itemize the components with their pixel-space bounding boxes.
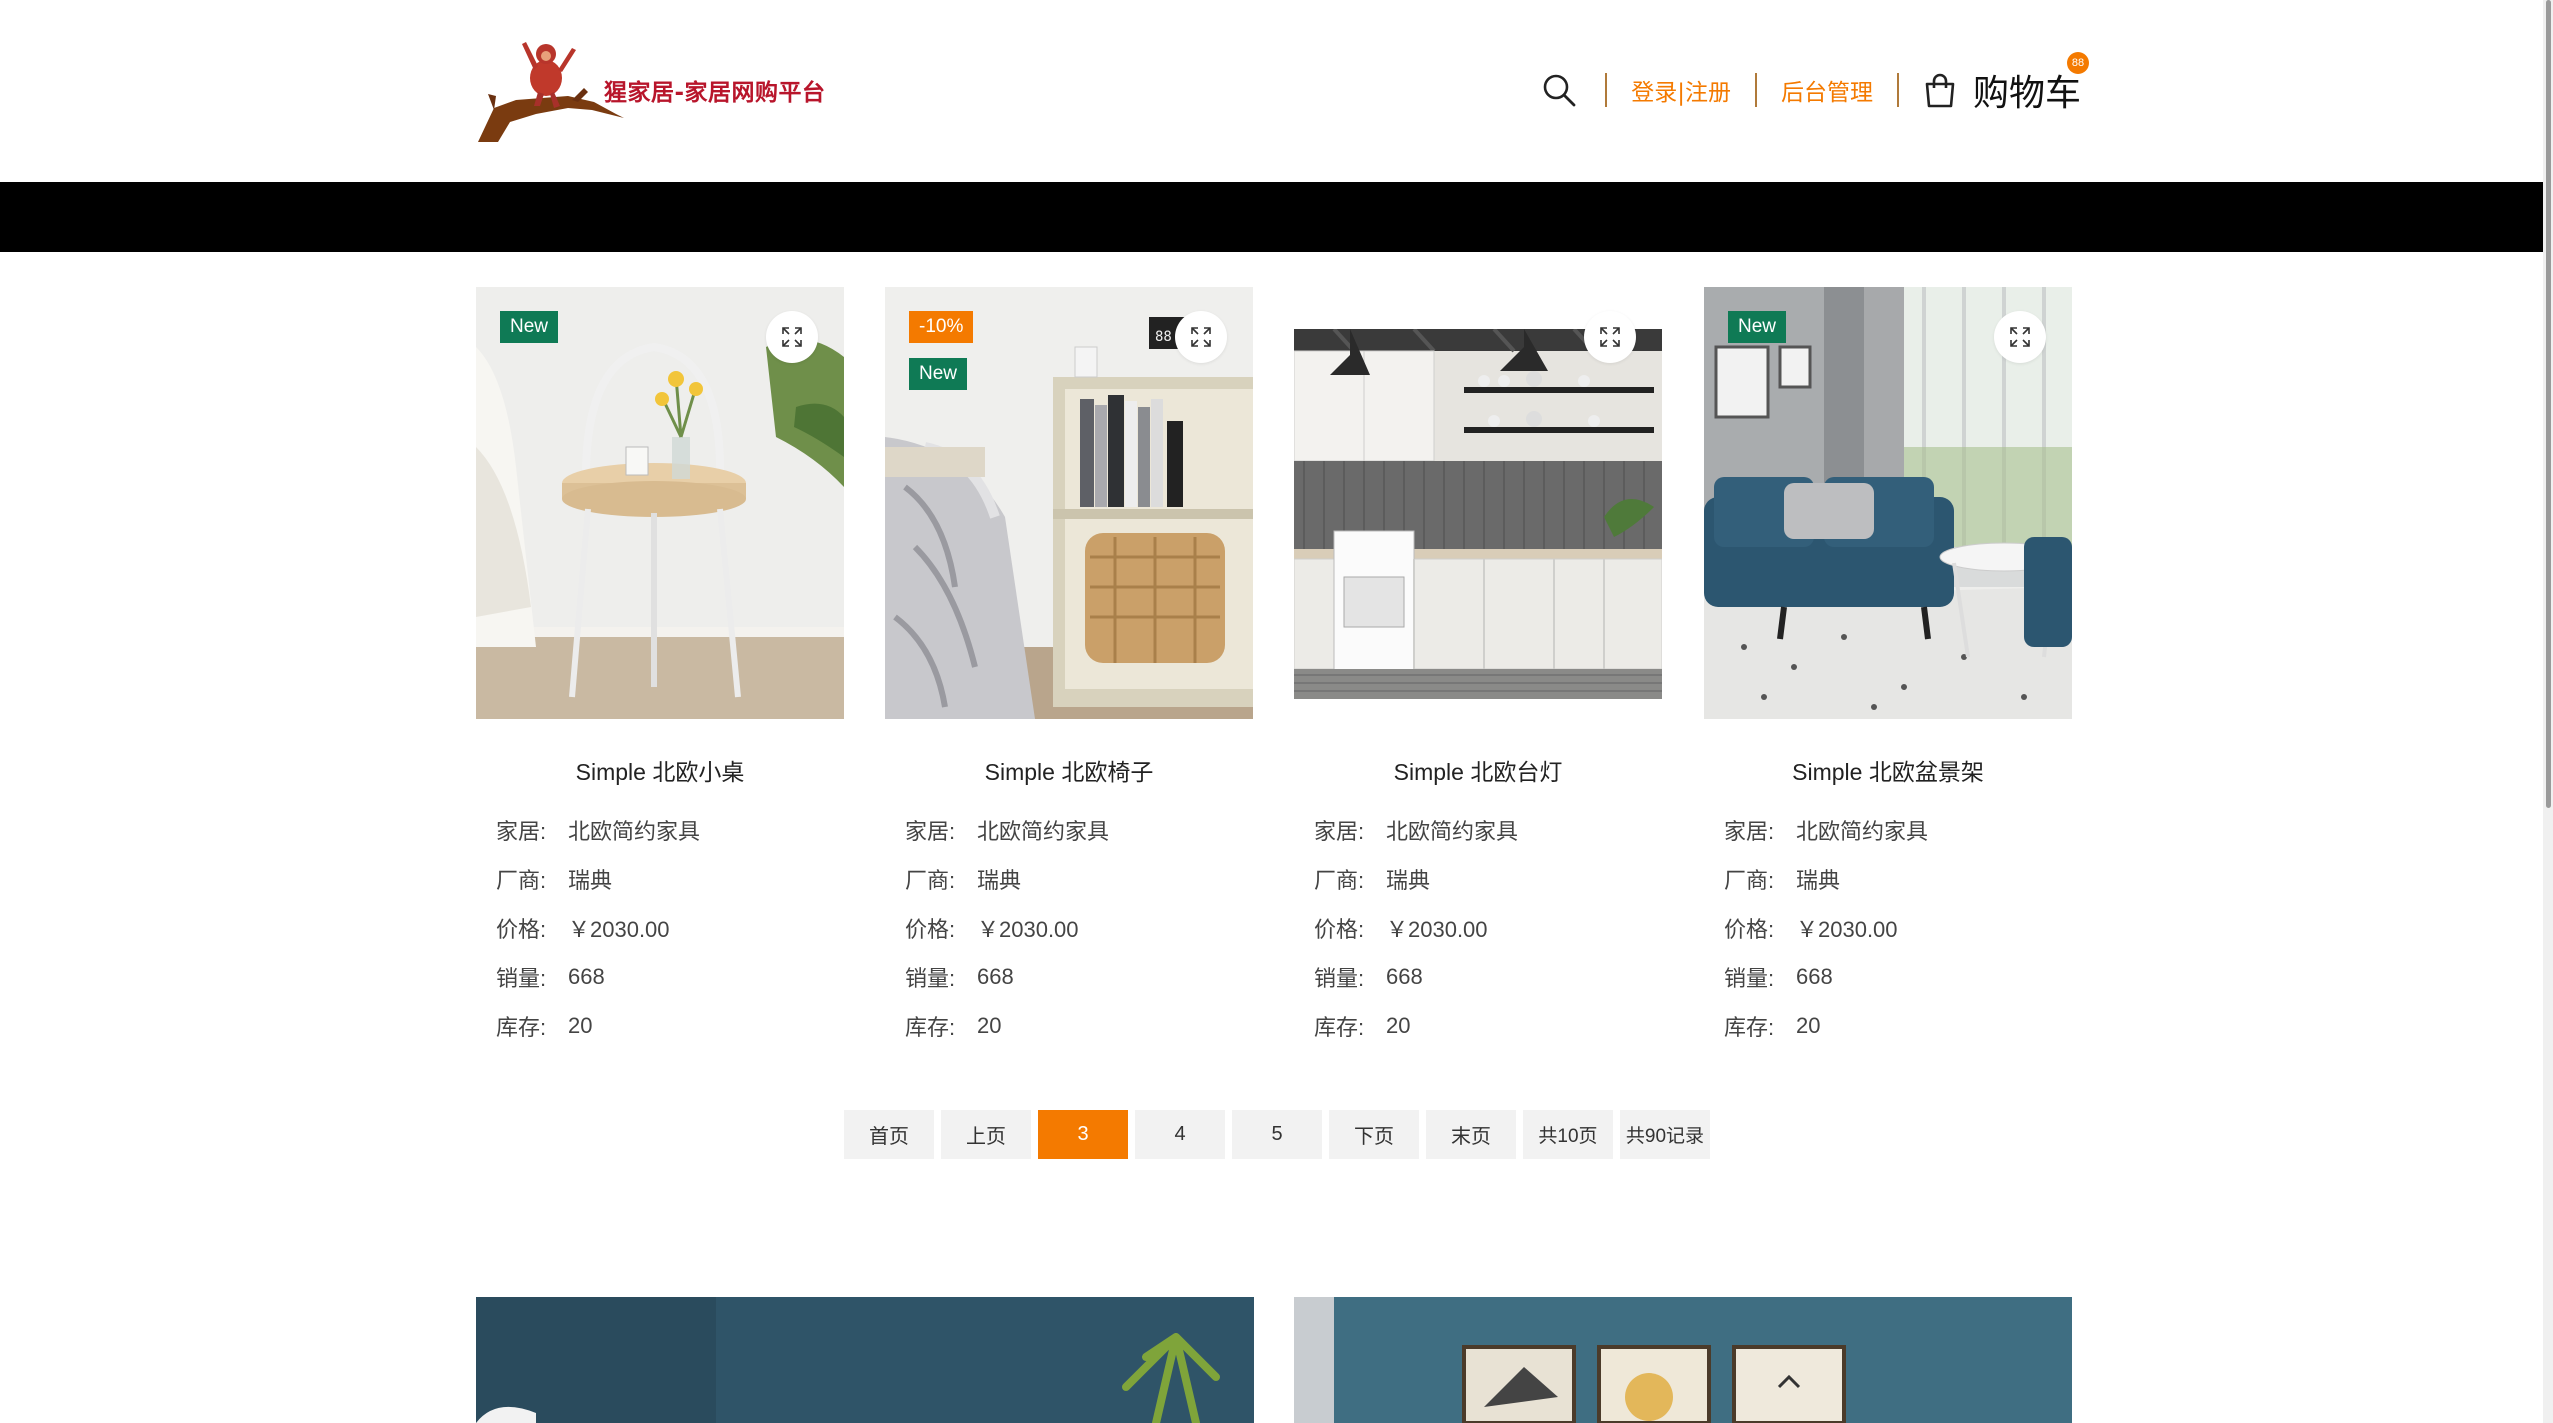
attr-price: 价格: ￥2030.00 bbox=[905, 916, 1079, 942]
banner-image bbox=[1294, 1297, 2072, 1423]
cart-count-badge: 88 bbox=[2067, 52, 2089, 74]
scrollbar-thumb[interactable] bbox=[2546, 0, 2551, 808]
cart-button[interactable]: 购物车 88 bbox=[1923, 52, 2089, 116]
expand-icon bbox=[1191, 327, 1211, 347]
attr-manufacturer: 厂商: 瑞典 bbox=[1724, 867, 1841, 893]
expand-icon bbox=[2010, 327, 2030, 347]
attr-stock: 库存: 20 bbox=[905, 1012, 1002, 1040]
attr-sales: 销量: 668 bbox=[1724, 963, 1833, 991]
product-image[interactable]: New bbox=[1704, 287, 2072, 719]
banner-image bbox=[476, 1297, 1254, 1423]
svg-text:88: 88 bbox=[1155, 329, 1172, 345]
attr-category: 家居: 北欧简约家具 bbox=[496, 818, 701, 844]
category-bar bbox=[0, 182, 2553, 252]
attr-category: 家居: 北欧简约家具 bbox=[1724, 818, 1929, 844]
admin-link[interactable]: 后台管理 bbox=[1781, 73, 1873, 107]
attr-sales: 销量: 668 bbox=[1314, 963, 1423, 991]
attr-sales: 销量: 668 bbox=[905, 963, 1014, 991]
search-button[interactable] bbox=[1537, 68, 1581, 112]
nav-divider bbox=[1754, 73, 1757, 107]
expand-icon bbox=[1600, 327, 1620, 347]
new-badge: New bbox=[909, 358, 968, 390]
site-name: 猩家居-家居网购平台 bbox=[604, 80, 826, 106]
attr-stock: 库存: 20 bbox=[1724, 1012, 1821, 1040]
pagination: 首页 上页 3 4 5 下页 末页 共10页 共90记录 bbox=[844, 1110, 1710, 1159]
product-attributes: 家居: 北欧简约家具 厂商: 瑞典 价格: ￥2030.00 销量: 668 库存: 20 bbox=[476, 805, 844, 1050]
new-badge: New bbox=[500, 311, 559, 343]
new-badge: New bbox=[1728, 311, 1787, 343]
attr-manufacturer: 厂商: 瑞典 bbox=[905, 867, 1022, 893]
attr-manufacturer: 厂商: 瑞典 bbox=[496, 867, 613, 893]
attr-manufacturer: 厂商: 瑞典 bbox=[1314, 867, 1431, 893]
product-image[interactable]: New bbox=[476, 287, 844, 719]
total-records-label: 共90记录 bbox=[1620, 1110, 1710, 1159]
product-card[interactable]: Simple 北欧台灯 家居: 北欧简约家具 厂商: 瑞典 价格: ￥2030.00 … bbox=[1294, 287, 1662, 1050]
product-card[interactable]: 88 -10% New Simple 北欧椅子 家居: 北欧简约家具 厂商: 瑞典 … bbox=[885, 287, 1253, 1050]
zoom-button[interactable] bbox=[1175, 311, 1227, 363]
product-title[interactable]: Simple 北欧台灯 bbox=[1294, 753, 1662, 787]
zoom-button[interactable] bbox=[1584, 311, 1636, 363]
last-page-button[interactable]: 末页 bbox=[1426, 1110, 1516, 1159]
site-header: 猩家居-家居网购平台 登录|注册 后台管理 购物车 88 bbox=[0, 0, 2553, 182]
product-title[interactable]: Simple 北欧椅子 bbox=[885, 753, 1253, 787]
page-button[interactable]: 4 bbox=[1135, 1110, 1225, 1159]
attr-stock: 库存: 20 bbox=[496, 1012, 593, 1040]
nav-divider bbox=[1896, 73, 1899, 107]
zoom-button[interactable] bbox=[766, 311, 818, 363]
attr-sales: 销量: 668 bbox=[496, 963, 605, 991]
product-attributes: 家居: 北欧简约家具 厂商: 瑞典 价格: ￥2030.00 销量: 668 库存: 20 bbox=[1294, 805, 1662, 1050]
attr-stock: 库存: 20 bbox=[1314, 1012, 1411, 1040]
nav-divider bbox=[1605, 73, 1608, 107]
page-button[interactable]: 5 bbox=[1232, 1110, 1322, 1159]
search-icon bbox=[1543, 74, 1576, 107]
attr-price: 价格: ￥2030.00 bbox=[1314, 916, 1488, 942]
next-page-button[interactable]: 下页 bbox=[1329, 1110, 1419, 1159]
first-page-button[interactable]: 首页 bbox=[844, 1110, 934, 1159]
cart-label: 购物车 bbox=[1972, 73, 2081, 114]
prev-page-button[interactable]: 上页 bbox=[941, 1110, 1031, 1159]
product-card[interactable]: New Simple 北欧盆景架 家居: 北欧简约家具 厂商: 瑞典 价格: ￥203… bbox=[1704, 287, 2072, 1050]
shopping-bag-icon bbox=[1925, 73, 1955, 108]
login-register-link[interactable]: 登录|注册 bbox=[1631, 73, 1731, 107]
product-image[interactable]: 88 -10% New bbox=[885, 287, 1253, 719]
product-title[interactable]: Simple 北欧盆景架 bbox=[1704, 753, 2072, 787]
attr-category: 家居: 北欧简约家具 bbox=[905, 818, 1110, 844]
zoom-button[interactable] bbox=[1994, 311, 2046, 363]
total-pages-label: 共10页 bbox=[1523, 1110, 1613, 1159]
expand-icon bbox=[782, 327, 802, 347]
product-attributes: 家居: 北欧简约家具 厂商: 瑞典 价格: ￥2030.00 销量: 668 库存: 20 bbox=[1704, 805, 2072, 1050]
top-nav: 登录|注册 后台管理 购物车 88 bbox=[1537, 52, 2089, 118]
attr-price: 价格: ￥2030.00 bbox=[1724, 916, 1898, 942]
page-button-current[interactable]: 3 bbox=[1038, 1110, 1128, 1159]
promo-banner-left[interactable] bbox=[476, 1297, 1254, 1423]
page-scrollbar[interactable] bbox=[2543, 0, 2553, 1423]
discount-badge: -10% bbox=[909, 311, 974, 343]
product-grid: New Simple 北欧小桌 家居: 北欧简约家具 厂商: 瑞典 价格: ￥2030… bbox=[476, 287, 2072, 1047]
promo-banner-right[interactable] bbox=[1294, 1297, 2072, 1423]
product-image[interactable] bbox=[1294, 287, 1662, 719]
product-title[interactable]: Simple 北欧小桌 bbox=[476, 753, 844, 787]
product-card[interactable]: New Simple 北欧小桌 家居: 北欧简约家具 厂商: 瑞典 价格: ￥2030… bbox=[476, 287, 844, 1050]
attr-price: 价格: ￥2030.00 bbox=[496, 916, 670, 942]
attr-category: 家居: 北欧简约家具 bbox=[1314, 818, 1519, 844]
product-attributes: 家居: 北欧简约家具 厂商: 瑞典 价格: ￥2030.00 销量: 668 库存: 20 bbox=[885, 805, 1253, 1050]
